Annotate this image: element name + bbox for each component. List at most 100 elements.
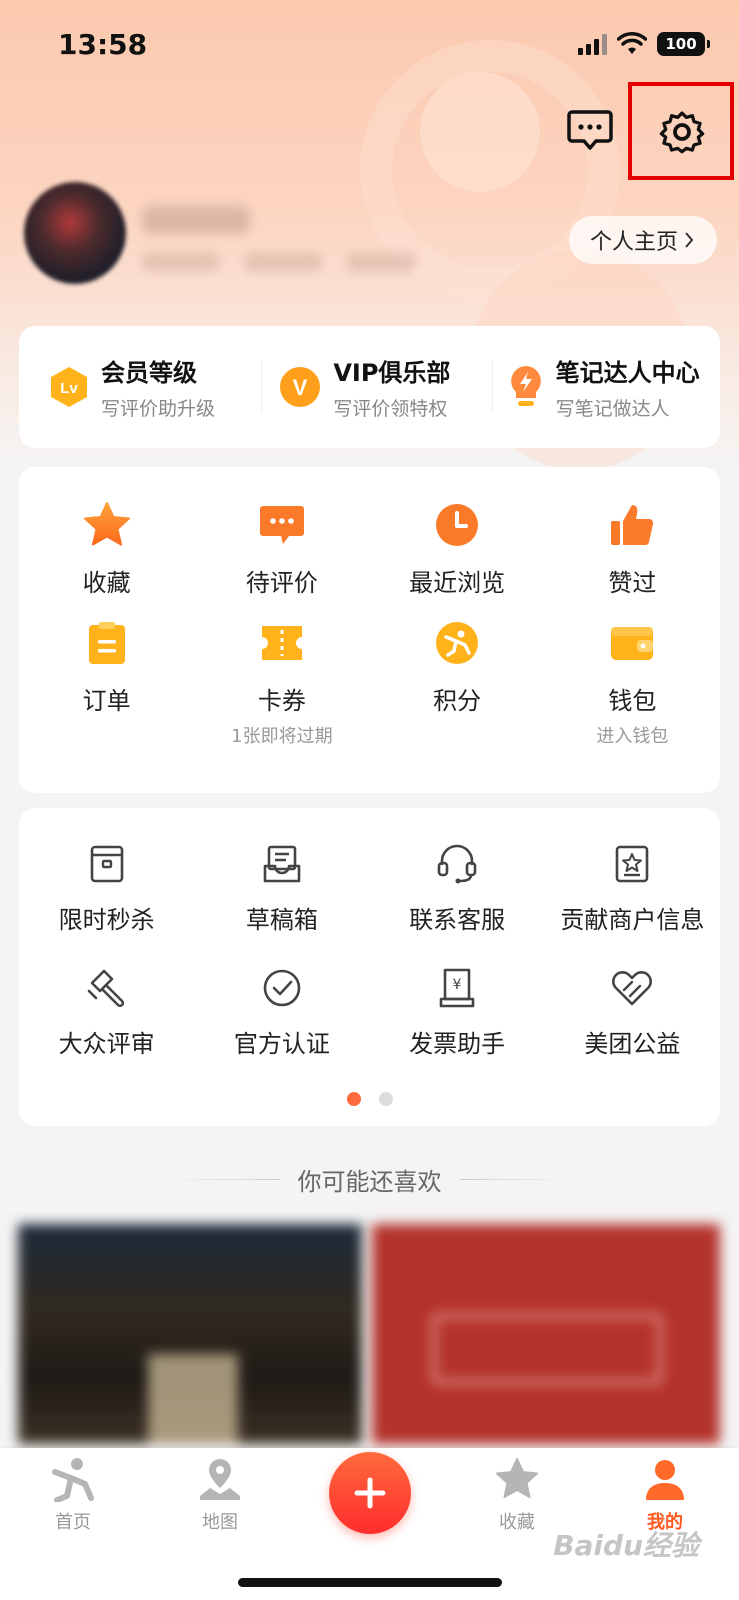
status-icons: 100 [578,32,710,56]
user-stat-blurred [346,252,416,272]
vip-badge-icon: V [280,367,321,407]
svg-text:V: V [293,375,308,400]
lightbulb-icon [510,366,541,406]
wallet-icon [611,627,654,660]
watermark: Baidu经验 [553,1529,699,1562]
gavel-icon [87,969,124,1008]
services-card: 收藏 待评价 最近浏览 赞过 订单 卡券 1张即将过期 积分 钱包 进入钱包 [19,467,720,793]
tool-invoice-assistant[interactable]: ¥ 发票助手 [370,946,545,1084]
invoice-icon: ¥ [439,968,475,1008]
drafts-icon [263,845,301,883]
service-favorites[interactable]: 收藏 [19,467,194,607]
avatar[interactable] [24,182,126,284]
level-badge-icon: Lv [51,367,87,407]
tool-label: 大众评审 [58,1030,155,1058]
service-label: 待评价 [245,569,318,597]
tools-pager[interactable] [19,1092,720,1106]
thumbs-up-icon [611,505,654,546]
profile-icon [646,1460,684,1500]
clock-icon [436,504,479,546]
vip-club-subtitle: 写评价领特权 [333,398,448,420]
user-stat-blurred [244,252,322,272]
message-bubble-icon [567,110,613,150]
member-level-entry[interactable]: Lv 会员等级 写评价助升级 [19,353,261,421]
user-stat-blurred [142,252,220,272]
service-label: 卡券 [257,687,306,715]
svg-text:¥: ¥ [453,977,462,993]
add-button[interactable] [329,1452,411,1534]
service-points[interactable]: 积分 [370,607,545,793]
note-expert-title: 笔记达人中心 [555,359,700,387]
tool-official-verification[interactable]: 官方认证 [194,946,369,1084]
service-pending-review[interactable]: 待评价 [194,467,369,607]
chevron-right-icon [685,232,694,248]
username-blurred [142,206,250,234]
points-icon [436,622,479,664]
tool-flash-sale[interactable]: 限时秒杀 [19,808,194,946]
tool-public-review[interactable]: 大众评审 [19,946,194,1084]
vip-club-entry[interactable]: V VIP俱乐部 写评价领特权 [261,353,491,421]
tool-merchant-info[interactable]: 贡献商户信息 [545,808,720,946]
service-label: 赞过 [608,569,657,597]
settings-highlight-box [628,82,734,180]
service-liked[interactable]: 赞过 [545,467,720,607]
cellular-signal-icon [578,33,607,55]
star-icon [83,502,130,546]
divider-line [459,1179,570,1180]
plus-icon [354,1477,386,1509]
star-icon [496,1458,538,1498]
service-coupons[interactable]: 卡券 1张即将过期 [194,607,369,793]
service-label: 最近浏览 [409,569,506,597]
service-wallet[interactable]: 钱包 进入钱包 [545,607,720,793]
service-label: 钱包 [608,687,657,715]
tab-label: 首页 [55,1512,91,1533]
status-bar: 13:58 100 [0,0,739,90]
recommend-title: 你可能还喜欢 [297,1168,442,1196]
service-recent-views[interactable]: 最近浏览 [370,467,545,607]
tab-map[interactable]: 地图 [170,1456,270,1534]
pager-dot[interactable] [378,1092,393,1106]
comment-icon [259,506,304,544]
service-label: 订单 [82,687,131,715]
vip-club-title: VIP俱乐部 [333,359,451,387]
home-icon [52,1458,94,1502]
tool-drafts[interactable]: 草稿箱 [194,808,369,946]
member-level-subtitle: 写评价助升级 [101,398,216,420]
tool-label: 草稿箱 [245,906,318,934]
map-icon [200,1459,240,1500]
wallet-entry-note: 进入钱包 [596,726,669,747]
tab-mine[interactable]: 我的 [615,1456,715,1534]
tool-label: 贡献商户信息 [560,906,705,934]
profile-page-label: 个人主页 [589,230,678,255]
status-time: 13:58 [58,28,148,61]
messages-button[interactable] [560,100,620,160]
service-label: 积分 [433,687,482,715]
coupon-icon [261,626,302,660]
tab-favorites[interactable]: 收藏 [467,1456,567,1534]
charity-icon [612,971,653,1006]
pager-dot-active[interactable] [346,1092,361,1106]
note-expert-subtitle: 写笔记做达人 [555,398,670,420]
tab-home[interactable]: 首页 [23,1456,123,1534]
service-orders[interactable]: 订单 [19,607,194,793]
svg-text:Lv: Lv [60,380,78,397]
verified-icon [263,969,301,1007]
membership-card: Lv 会员等级 写评价助升级 V VIP俱乐部 写评价领特权 笔记达人中心 写笔… [19,326,720,448]
profile-page-button[interactable]: 个人主页 [569,216,717,264]
tab-label: 收藏 [499,1512,535,1533]
tool-charity[interactable]: 美团公益 [545,946,720,1084]
recommendation-image[interactable] [18,1224,362,1444]
headset-icon [437,844,477,884]
recommendation-image[interactable] [372,1224,720,1444]
tool-customer-service[interactable]: 联系客服 [370,808,545,946]
coupon-expiry-note: 1张即将过期 [231,726,333,747]
note-expert-entry[interactable]: 笔记达人中心 写笔记做达人 [491,353,720,421]
tool-label: 官方认证 [233,1030,330,1058]
member-level-title: 会员等级 [101,359,197,387]
tab-label: 地图 [202,1512,238,1533]
battery-indicator: 100 [657,32,710,56]
home-indicator[interactable] [238,1578,502,1587]
tool-label: 限时秒杀 [58,906,155,934]
flash-sale-icon [90,845,123,883]
tools-card: 限时秒杀 草稿箱 联系客服 贡献商户信息 大众评审 官方认证 ¥ 发票助手 美团 [19,808,720,1126]
